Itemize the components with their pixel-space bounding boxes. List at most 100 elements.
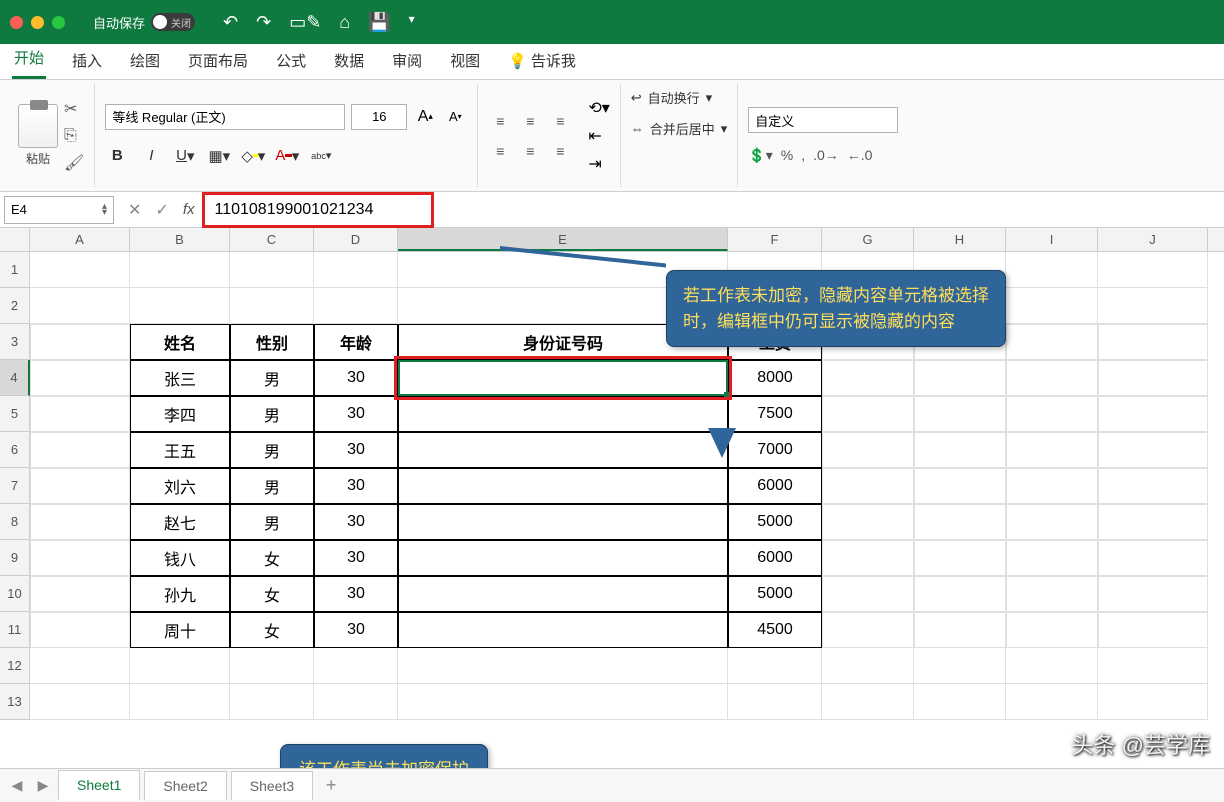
cell-salary[interactable]: 7000 xyxy=(728,432,822,468)
row-header[interactable]: 13 xyxy=(0,684,30,720)
cell[interactable] xyxy=(1098,504,1208,540)
align-left-icon[interactable]: ≡ xyxy=(488,139,512,163)
row-header[interactable]: 2 xyxy=(0,288,30,324)
cell-gender[interactable]: 男 xyxy=(230,468,314,504)
cell-id[interactable] xyxy=(398,612,728,648)
cell[interactable] xyxy=(314,684,398,720)
cell[interactable] xyxy=(230,684,314,720)
name-box-dropdown-icon[interactable]: ▴▾ xyxy=(102,204,107,216)
cell[interactable] xyxy=(822,504,914,540)
row-header[interactable]: 1 xyxy=(0,252,30,288)
cell[interactable] xyxy=(30,432,130,468)
row-header[interactable]: 11 xyxy=(0,612,30,648)
name-box[interactable]: E4 ▴▾ xyxy=(4,196,114,224)
format-painter-icon[interactable]: 🖌 xyxy=(64,153,84,173)
cell-id[interactable] xyxy=(398,468,728,504)
cell[interactable] xyxy=(914,540,1006,576)
col-header-f[interactable]: F xyxy=(728,228,822,251)
cell[interactable] xyxy=(314,252,398,288)
cell[interactable] xyxy=(1006,252,1098,288)
cell[interactable] xyxy=(1006,288,1098,324)
tab-insert[interactable]: 插入 xyxy=(70,44,104,79)
cell[interactable] xyxy=(1098,468,1208,504)
cell[interactable] xyxy=(1098,324,1208,360)
row-header[interactable]: 9 xyxy=(0,540,30,576)
tab-data[interactable]: 数据 xyxy=(332,44,366,79)
col-header-i[interactable]: I xyxy=(1006,228,1098,251)
cell-gender[interactable]: 男 xyxy=(230,504,314,540)
italic-button[interactable]: I xyxy=(139,144,163,168)
sheet-tab-1[interactable]: Sheet1 xyxy=(58,770,140,801)
cell-age[interactable]: 30 xyxy=(314,468,398,504)
cell[interactable] xyxy=(728,648,822,684)
cell-name[interactable]: 赵七 xyxy=(130,504,230,540)
cell[interactable] xyxy=(230,252,314,288)
cell[interactable] xyxy=(822,540,914,576)
percent-icon[interactable]: % xyxy=(781,147,793,164)
font-size-select[interactable] xyxy=(351,104,407,130)
cell-id[interactable] xyxy=(398,396,728,432)
cell[interactable] xyxy=(30,504,130,540)
cell[interactable] xyxy=(398,684,728,720)
merge-center-button[interactable]: ⇔ 合并后居中▾ xyxy=(631,119,728,138)
minimize-window-icon[interactable] xyxy=(31,16,44,29)
tab-formulas[interactable]: 公式 xyxy=(274,44,308,79)
cell-salary[interactable]: 5000 xyxy=(728,576,822,612)
row-header[interactable]: 12 xyxy=(0,648,30,684)
bold-button[interactable]: B xyxy=(105,144,129,168)
font-name-select[interactable] xyxy=(105,104,345,130)
cell-name[interactable]: 张三 xyxy=(130,360,230,396)
cell[interactable] xyxy=(822,684,914,720)
cell-salary[interactable]: 7500 xyxy=(728,396,822,432)
cell[interactable] xyxy=(1006,360,1098,396)
cell[interactable] xyxy=(1006,648,1098,684)
undo-icon[interactable]: ↶ xyxy=(223,12,238,33)
increase-indent-icon[interactable]: ⇥ xyxy=(588,154,609,174)
cell[interactable] xyxy=(822,396,914,432)
fill-color-button[interactable]: ◇▾ xyxy=(241,144,265,168)
cell[interactable] xyxy=(914,504,1006,540)
row-header[interactable]: 5 xyxy=(0,396,30,432)
cell-name[interactable]: 刘六 xyxy=(130,468,230,504)
underline-button[interactable]: U▾ xyxy=(173,144,197,168)
cell[interactable] xyxy=(1006,684,1098,720)
maximize-window-icon[interactable] xyxy=(52,16,65,29)
touch-mode-icon[interactable]: ▭✎ xyxy=(289,12,321,33)
cell[interactable] xyxy=(130,252,230,288)
cell[interactable] xyxy=(30,612,130,648)
cell[interactable] xyxy=(30,252,130,288)
cell[interactable] xyxy=(914,432,1006,468)
cell[interactable] xyxy=(914,576,1006,612)
cell[interactable] xyxy=(1098,612,1208,648)
align-center-icon[interactable]: ≡ xyxy=(518,139,542,163)
cell-age[interactable]: 30 xyxy=(314,396,398,432)
formula-input[interactable]: 110108199001021234 xyxy=(208,194,1224,226)
cell-gender[interactable]: 男 xyxy=(230,360,314,396)
cell[interactable] xyxy=(1006,468,1098,504)
cell-salary[interactable]: 4500 xyxy=(728,612,822,648)
col-header-h[interactable]: H xyxy=(914,228,1006,251)
cell-id[interactable] xyxy=(398,504,728,540)
cell[interactable] xyxy=(130,648,230,684)
cell[interactable] xyxy=(1006,576,1098,612)
cell[interactable] xyxy=(1006,324,1098,360)
cell[interactable] xyxy=(1006,432,1098,468)
cell[interactable] xyxy=(822,648,914,684)
cancel-icon[interactable]: ✕ xyxy=(128,200,141,220)
cell[interactable] xyxy=(130,288,230,324)
cell[interactable] xyxy=(230,288,314,324)
cell[interactable] xyxy=(314,288,398,324)
col-header-e[interactable]: E xyxy=(398,228,728,251)
cell-gender[interactable]: 女 xyxy=(230,576,314,612)
col-header-j[interactable]: J xyxy=(1098,228,1208,251)
font-color-button[interactable]: A▾ xyxy=(275,144,299,168)
enter-icon[interactable]: ✓ xyxy=(155,200,168,220)
redo-icon[interactable]: ↷ xyxy=(256,12,271,33)
tab-layout[interactable]: 页面布局 xyxy=(186,44,250,79)
cell[interactable] xyxy=(1098,684,1208,720)
border-button[interactable]: ▦▾ xyxy=(207,144,231,168)
align-top-icon[interactable]: ≡ xyxy=(488,109,512,133)
qat-customize-icon[interactable]: ▾ xyxy=(409,12,415,33)
sheet-nav-prev-icon[interactable]: ◀ xyxy=(6,775,28,797)
cell[interactable] xyxy=(1098,252,1208,288)
